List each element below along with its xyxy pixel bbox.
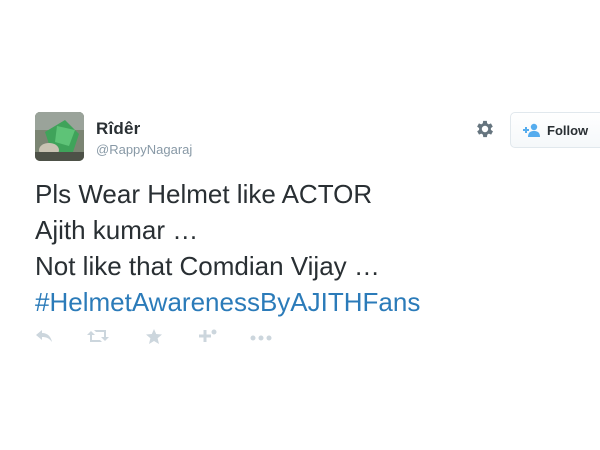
tweet-actions xyxy=(35,328,295,344)
page: Rîdêr @RappyNagaraj Follow Pls Wear Helm… xyxy=(0,0,600,450)
pin-icon[interactable] xyxy=(195,328,217,344)
tweet-text: Pls Wear Helmet like ACTOR Ajith kumar …… xyxy=(35,176,420,320)
tweet-line: Pls Wear Helmet like ACTOR xyxy=(35,179,373,209)
user-handle[interactable]: @RappyNagaraj xyxy=(96,142,192,157)
follow-button[interactable]: Follow xyxy=(510,112,600,148)
gear-icon[interactable] xyxy=(474,118,496,140)
add-user-icon xyxy=(523,123,540,137)
tweet-line: Not like that Comdian Vijay … xyxy=(35,251,380,281)
avatar[interactable] xyxy=(35,112,84,161)
hashtag-link[interactable]: #HelmetAwarenessByAJITHFans xyxy=(35,284,420,320)
display-name[interactable]: Rîdêr xyxy=(96,119,140,139)
more-icon[interactable] xyxy=(250,328,272,344)
tweet-card: Rîdêr @RappyNagaraj Follow Pls Wear Helm… xyxy=(0,0,600,450)
follow-label: Follow xyxy=(547,122,589,138)
reply-icon[interactable] xyxy=(35,328,53,344)
avatar-image xyxy=(35,112,84,161)
retweet-icon[interactable] xyxy=(87,328,109,344)
tweet-line: Ajith kumar … xyxy=(35,215,199,245)
favorite-icon[interactable] xyxy=(145,328,163,344)
